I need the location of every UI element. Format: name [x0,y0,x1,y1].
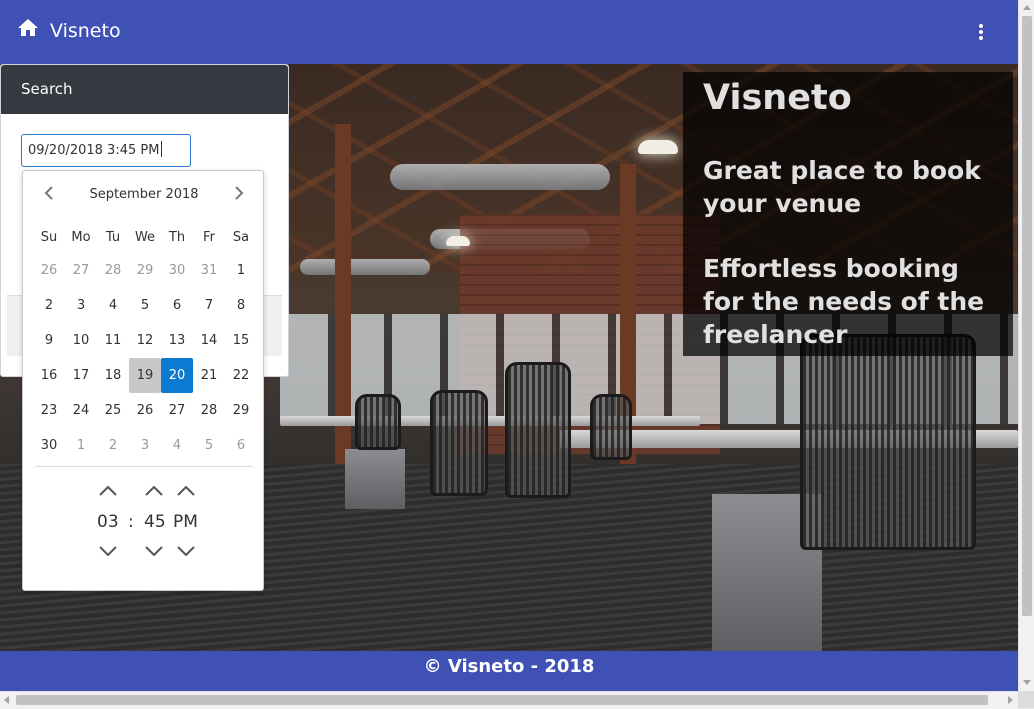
calendar-day[interactable]: 14 [193,323,225,358]
more-vertical-icon[interactable] [970,22,992,44]
calendar-day-today[interactable]: 19 [129,358,161,393]
calendar-day[interactable]: 31 [193,253,225,288]
calendar-day[interactable]: 18 [97,358,129,393]
calendar-day[interactable]: 2 [33,288,65,323]
calendar-day[interactable]: 11 [97,323,129,358]
calendar-day[interactable]: 29 [129,253,161,288]
scroll-left-arrow-icon[interactable] [4,696,9,704]
page-footer: © Visneto - 2018 [0,651,1018,691]
hour-decrement-chevron-down-icon[interactable] [97,544,119,558]
calendar-day[interactable]: 3 [65,288,97,323]
minute-value[interactable]: 45 [144,512,166,532]
footer-text: © Visneto - 2018 [423,656,595,677]
calendar-day[interactable]: 26 [129,393,161,428]
weekday-label: Th [168,230,186,245]
calendar-day[interactable]: 26 [33,253,65,288]
weekday-header: Su Mo Tu We Th Fr Sa [33,223,257,253]
hour-value[interactable]: 03 [97,512,119,532]
time-picker: 03 : 45 PM [23,476,265,576]
calendar-day[interactable]: 27 [161,393,193,428]
calendar-day[interactable]: 12 [129,323,161,358]
brand-link[interactable]: Visneto [50,20,121,42]
scroll-right-arrow-icon[interactable] [1008,696,1013,704]
date-time-input-value: 09/20/2018 3:45 PM [28,143,160,158]
calendar-day[interactable]: 15 [225,323,257,358]
calendar-divider [35,466,253,467]
calendar-day[interactable]: 30 [33,428,65,463]
scroll-up-arrow-icon[interactable] [1023,5,1031,10]
calendar-day[interactable]: 7 [193,288,225,323]
date-time-input[interactable]: 09/20/2018 3:45 PM [21,134,191,167]
weekday-label: Fr [203,230,215,245]
calendar-day[interactable]: 8 [225,288,257,323]
minute-increment-chevron-up-icon[interactable] [143,484,165,498]
calendar-grid: Su Mo Tu We Th Fr Sa 26 27 28 29 30 31 1… [33,223,257,463]
hero-title: Visneto [703,78,852,118]
calendar-day[interactable]: 6 [225,428,257,463]
calendar-day[interactable]: 5 [129,288,161,323]
calendar-day[interactable]: 23 [33,393,65,428]
minute-decrement-chevron-down-icon[interactable] [143,544,165,558]
calendar-week: 23 24 25 26 27 28 29 [33,393,257,428]
vertical-scrollbar[interactable] [1018,0,1034,691]
calendar-day[interactable]: 10 [65,323,97,358]
weekday-label: Su [40,230,58,245]
weekday-label: Mo [71,230,91,245]
calendar-day[interactable]: 4 [161,428,193,463]
hero-tagline-secondary: Effortless booking for the needs of the … [703,254,985,349]
calendar-day[interactable]: 9 [33,323,65,358]
calendar-day[interactable]: 17 [65,358,97,393]
calendar-day[interactable]: 13 [161,323,193,358]
calendar-day[interactable]: 16 [33,358,65,393]
calendar-day[interactable]: 30 [161,253,193,288]
calendar-day[interactable]: 3 [129,428,161,463]
chevron-right-icon[interactable] [229,183,249,203]
search-card-title: Search [1,65,288,114]
period-toggle-chevron-down-icon[interactable] [175,544,197,558]
calendar-day[interactable]: 24 [65,393,97,428]
calendar-day[interactable]: 1 [65,428,97,463]
calendar-day[interactable]: 29 [225,393,257,428]
scrollbar-corner [1018,691,1034,708]
calendar-day[interactable]: 1 [225,253,257,288]
calendar-week: 16 17 18 19 20 21 22 [33,358,257,393]
horizontal-scroll-thumb[interactable] [16,695,988,705]
calendar-day[interactable]: 21 [193,358,225,393]
calendar-week: 9 10 11 12 13 14 15 [33,323,257,358]
calendar-week: 26 27 28 29 30 31 1 [33,253,257,288]
scroll-down-arrow-icon[interactable] [1023,680,1031,685]
home-icon[interactable] [16,16,40,40]
calendar-day[interactable]: 6 [161,288,193,323]
horizontal-scrollbar[interactable] [0,691,1018,709]
hero-overlay: Visneto Great place to book your venue E… [683,72,1013,356]
vertical-scroll-thumb[interactable] [1022,16,1032,616]
calendar-day[interactable]: 27 [65,253,97,288]
hero-tagline-primary: Great place to book your venue [703,156,981,218]
calendar-day[interactable]: 28 [97,253,129,288]
calendar-day[interactable]: 5 [193,428,225,463]
calendar-day[interactable]: 25 [97,393,129,428]
period-value[interactable]: PM [173,512,198,532]
period-toggle-chevron-up-icon[interactable] [175,484,197,498]
calendar-day[interactable]: 28 [193,393,225,428]
time-separator: : [128,512,134,532]
hour-increment-chevron-up-icon[interactable] [97,484,119,498]
datetime-picker: September 2018 Su Mo Tu We Th Fr Sa 26 2… [22,170,264,591]
calendar-week: 30 1 2 3 4 5 6 [33,428,257,463]
weekday-label: Tu [105,230,121,245]
calendar-day[interactable]: 22 [225,358,257,393]
calendar-day[interactable]: 2 [97,428,129,463]
calendar-week: 2 3 4 5 6 7 8 [33,288,257,323]
top-navbar: Visneto [0,0,1018,64]
text-caret [161,141,163,157]
weekday-label: We [134,230,156,245]
calendar-day[interactable]: 4 [97,288,129,323]
calendar-day-selected[interactable]: 20 [161,358,193,393]
weekday-label: Sa [232,230,250,245]
